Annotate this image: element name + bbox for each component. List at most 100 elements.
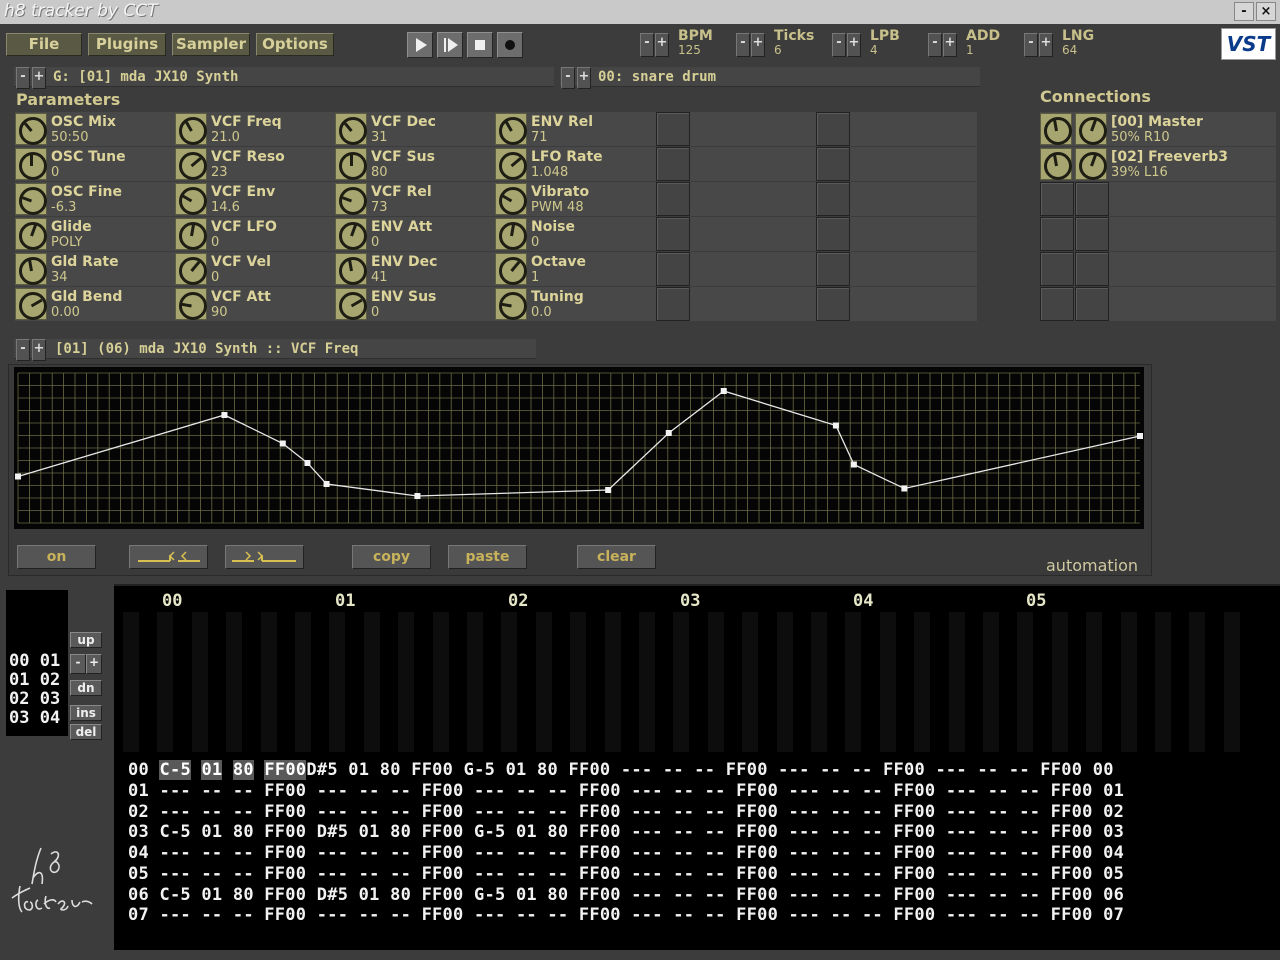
pattern-row[interactable]: 04 --- -- -- FF00 --- -- -- FF00 --- -- … [128,843,1124,863]
order-insert-button[interactable]: ins [70,705,102,721]
pattern-row[interactable]: 03 C-5 01 80 FF00 D#5 01 80 FF00 G-5 01 … [128,822,1124,842]
connection-amount-knob[interactable] [1040,148,1072,180]
parameter-knob[interactable] [175,148,207,180]
shift-right-button[interactable] [225,545,304,569]
play-button[interactable] [407,32,433,58]
parameter-knob[interactable] [335,183,367,215]
setting-decrease-button[interactable]: - [736,33,750,57]
track-header[interactable]: 02 [508,591,528,611]
parameter-knob[interactable] [335,253,367,285]
parameter-knob[interactable] [15,288,47,320]
empty-connection-slot[interactable] [1075,217,1109,251]
automation-on-button[interactable]: on [17,545,96,569]
automation-point[interactable] [304,460,311,466]
automation-point[interactable] [832,422,839,429]
empty-parameter-slot[interactable] [656,217,690,251]
automation-next-button[interactable]: + [32,339,46,361]
parameter-knob[interactable] [15,218,47,250]
clear-button[interactable]: clear [577,545,656,569]
sampler-menu[interactable]: Sampler [172,33,250,56]
track-header[interactable]: 04 [853,591,873,611]
parameter-knob[interactable] [495,288,527,320]
options-menu[interactable]: Options [256,33,334,56]
pattern-row[interactable]: 00 C-5 01 80 FF00D#5 01 80 FF00 G-5 01 8… [128,760,1114,780]
setting-increase-button[interactable]: + [1039,33,1053,57]
empty-parameter-slot[interactable] [656,252,690,286]
parameter-knob[interactable] [175,218,207,250]
parameter-knob[interactable] [335,288,367,320]
close-button[interactable]: × [1256,2,1276,21]
setting-increase-button[interactable]: + [847,33,861,57]
track-header[interactable]: 03 [680,591,700,611]
setting-increase-button[interactable]: + [655,33,669,57]
parameter-knob[interactable] [495,253,527,285]
parameter-knob[interactable] [495,148,527,180]
automation-point[interactable] [279,440,286,447]
cursor-cell[interactable]: FF00 [264,760,307,780]
plugins-menu[interactable]: Plugins [88,33,166,56]
minimize-button[interactable]: - [1234,2,1254,21]
order-down-button[interactable]: dn [70,680,102,696]
automation-point[interactable] [221,412,228,418]
connection-pan-knob[interactable] [1075,148,1107,180]
setting-decrease-button[interactable]: - [640,33,654,57]
record-button[interactable] [497,32,523,58]
parameter-knob[interactable] [335,113,367,145]
order-line[interactable]: 02 03 [9,690,60,709]
empty-parameter-slot[interactable] [656,147,690,181]
automation-point[interactable] [15,473,21,480]
parameter-knob[interactable] [495,218,527,250]
empty-parameter-slot[interactable] [816,217,850,251]
empty-connection-slot[interactable] [1075,252,1109,286]
empty-connection-slot[interactable] [1075,287,1109,321]
automation-point[interactable] [850,461,857,468]
empty-connection-slot[interactable] [1040,252,1074,286]
automation-point[interactable] [901,485,908,492]
order-line[interactable]: 01 02 [9,671,60,690]
cursor-cell[interactable]: 80 [232,760,254,780]
connection-amount-knob[interactable] [1040,113,1072,145]
empty-parameter-slot[interactable] [816,287,850,321]
empty-parameter-slot[interactable] [656,287,690,321]
automation-point[interactable] [323,481,330,487]
empty-parameter-slot[interactable] [816,252,850,286]
play-pattern-button[interactable] [437,32,463,58]
parameter-knob[interactable] [175,183,207,215]
empty-parameter-slot[interactable] [816,182,850,216]
order-minus-button[interactable]: - [70,654,86,674]
empty-connection-slot[interactable] [1040,287,1074,321]
cursor-cell[interactable]: C-5 [159,760,191,780]
parameter-knob[interactable] [175,253,207,285]
cursor-cell[interactable]: 01 [201,760,223,780]
pattern-row[interactable]: 01 --- -- -- FF00 --- -- -- FF00 --- -- … [128,781,1124,801]
order-delete-button[interactable]: del [70,724,102,740]
empty-parameter-slot[interactable] [816,112,850,146]
track-header[interactable]: 05 [1026,591,1046,611]
generator-prev-button[interactable]: - [16,67,30,89]
generator-next-button[interactable]: + [32,67,46,89]
stop-button[interactable] [467,32,493,58]
empty-connection-slot[interactable] [1040,182,1074,216]
order-plus-button[interactable]: + [86,654,102,674]
file-menu[interactable]: File [6,33,82,56]
empty-connection-slot[interactable] [1040,217,1074,251]
pattern-row[interactable]: 07 --- -- -- FF00 --- -- -- FF00 --- -- … [128,905,1124,925]
order-up-button[interactable]: up [70,632,102,648]
setting-decrease-button[interactable]: - [832,33,846,57]
automation-point[interactable] [665,430,672,436]
empty-connection-slot[interactable] [1075,182,1109,216]
pattern-row[interactable]: 06 C-5 01 80 FF00 D#5 01 80 FF00 G-5 01 … [128,885,1124,905]
parameter-knob[interactable] [495,183,527,215]
shift-left-button[interactable] [129,545,208,569]
automation-prev-button[interactable]: - [16,339,30,361]
empty-parameter-slot[interactable] [656,112,690,146]
vst-logo[interactable]: VST [1221,28,1276,60]
automation-envelope[interactable] [14,367,1144,529]
copy-button[interactable]: copy [352,545,431,569]
setting-increase-button[interactable]: + [751,33,765,57]
pattern-row[interactable]: 02 --- -- -- FF00 --- -- -- FF00 --- -- … [128,802,1124,822]
automation-point[interactable] [1137,433,1143,439]
sample-next-button[interactable]: + [577,67,591,89]
order-line[interactable]: 00 01 [9,652,60,671]
parameter-knob[interactable] [175,113,207,145]
